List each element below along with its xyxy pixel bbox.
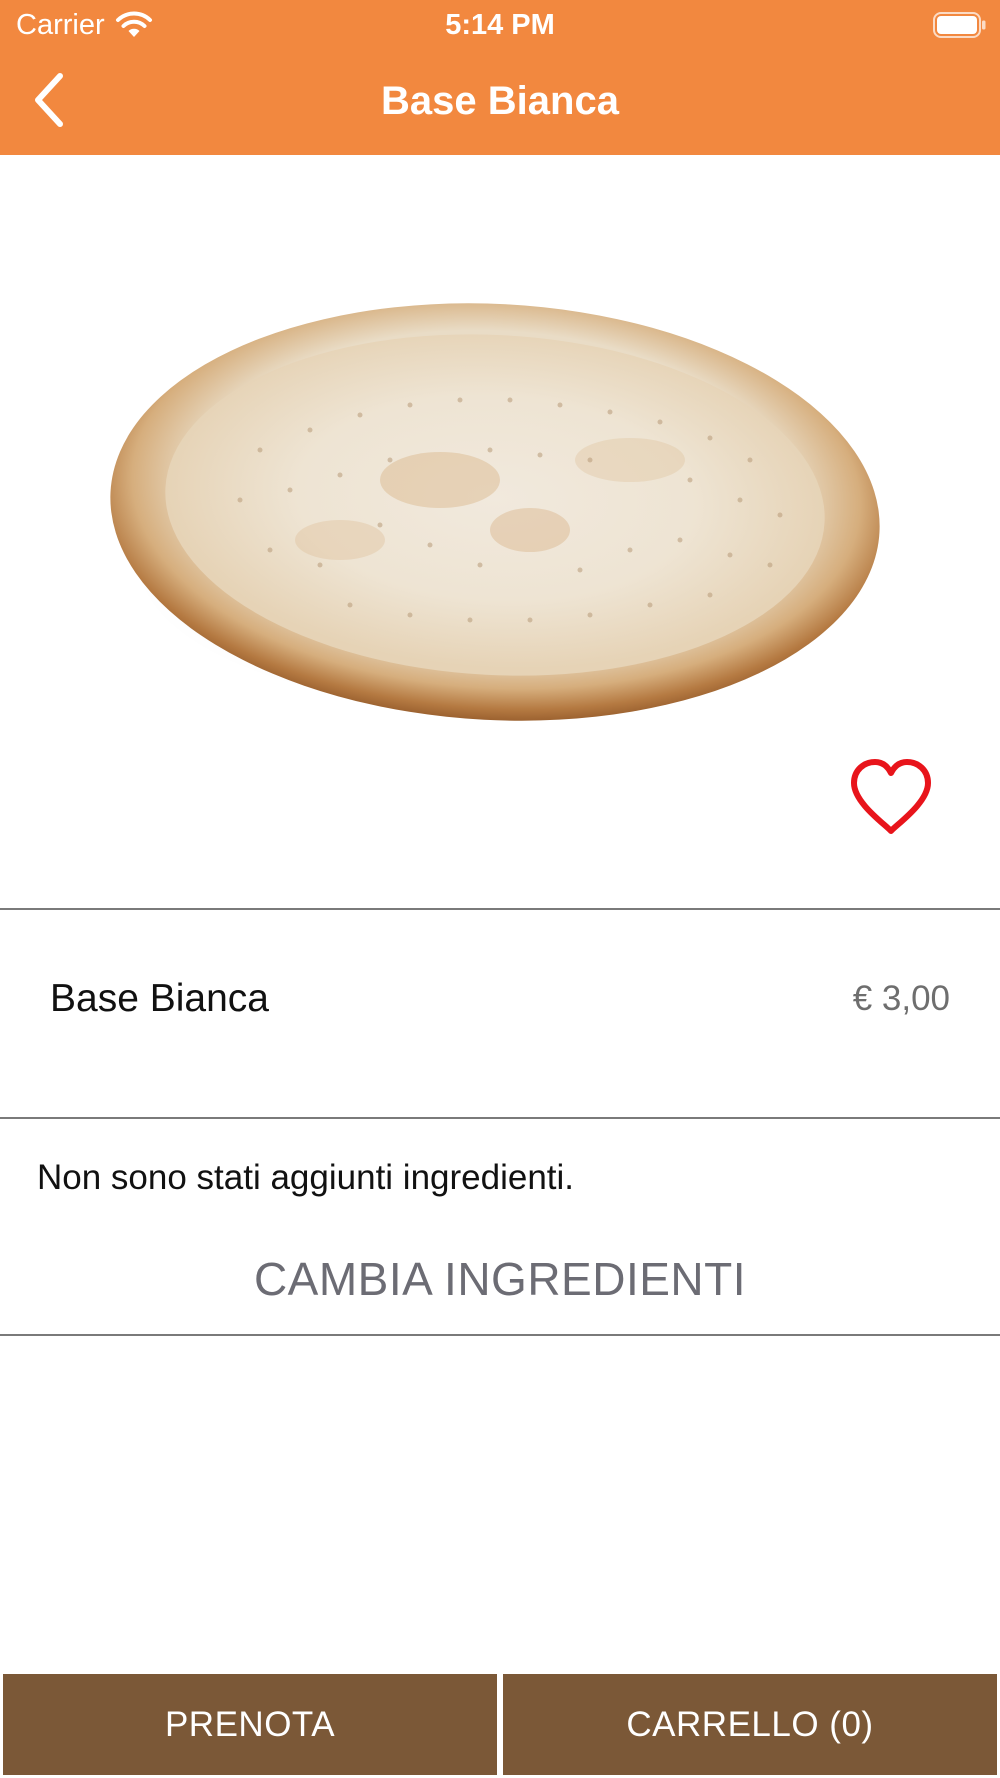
page-title: Base Bianca bbox=[381, 79, 619, 123]
battery-icon bbox=[933, 12, 986, 38]
ingredients-note: Non sono stati aggiunti ingredienti. bbox=[37, 1158, 575, 1197]
divider bbox=[0, 1117, 1000, 1119]
product-price: € 3,00 bbox=[852, 979, 950, 1018]
status-time: 5:14 PM bbox=[445, 9, 555, 41]
prenota-button[interactable]: PRENOTA bbox=[3, 1674, 497, 1775]
divider bbox=[0, 908, 1000, 910]
change-ingredients-button[interactable]: CAMBIA INGREDIENTI bbox=[0, 1252, 1000, 1306]
divider bbox=[0, 1334, 1000, 1336]
app-header: Carrier 5:14 PM Base Bianca bbox=[0, 0, 1000, 155]
pizza-base-image bbox=[110, 303, 880, 721]
product-image-area bbox=[0, 155, 1000, 908]
product-name: Base Bianca bbox=[50, 977, 269, 1020]
heart-icon[interactable] bbox=[848, 757, 934, 837]
cart-button[interactable]: CARRELLO (0) bbox=[503, 1674, 997, 1775]
